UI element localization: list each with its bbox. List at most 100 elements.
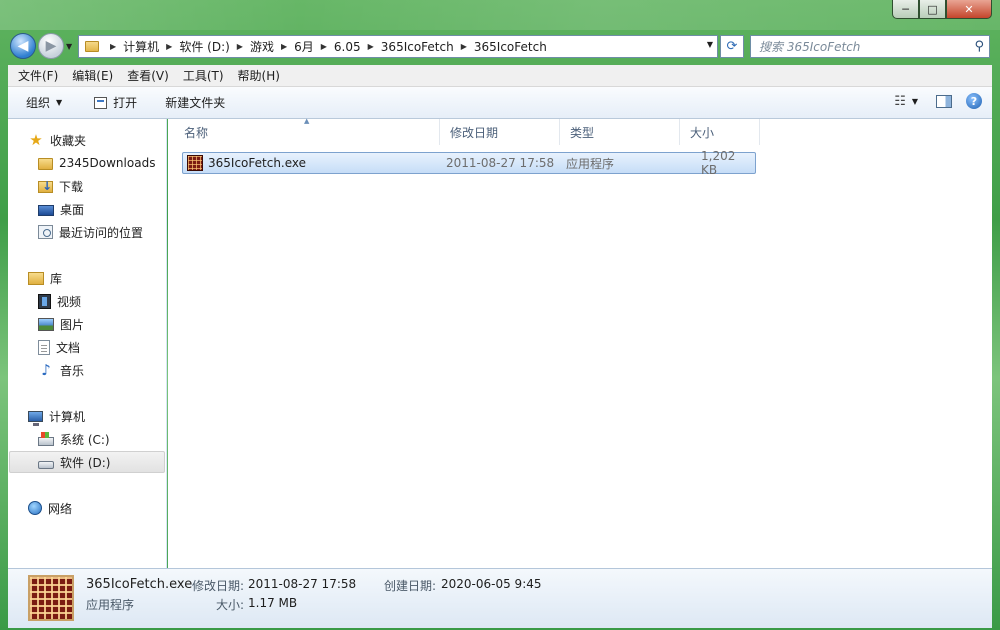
file-row[interactable]: 365IcoFetch.exe 2011-08-27 17:58 应用程序 1,… — [182, 149, 756, 177]
search-placeholder: 搜索 365IcoFetch — [759, 40, 861, 54]
sidebar-item-recent-places[interactable]: 最近访问的位置 — [38, 221, 143, 243]
details-modified-value: 2011-08-27 17:58 — [248, 577, 357, 591]
refresh-icon: ⟳ — [726, 39, 738, 54]
sidebar-item-2345downloads[interactable]: 2345Downloads — [38, 152, 155, 174]
sidebar-item-documents[interactable]: 文档 — [38, 336, 80, 358]
navigation-bar: ◀ ▶ ▼ ▶ 计算机 ▶ 软件 (D:) ▶ 游戏 ▶ 6月 ▶ 6.05 ▶… — [0, 30, 1000, 62]
chevron-right-icon[interactable]: ▶ — [321, 42, 327, 51]
view-options-icon[interactable]: ☷ — [894, 94, 906, 109]
sidebar-item-downloads[interactable]: 下载 — [38, 175, 83, 197]
navigation-pane: ★ 收藏夹 2345Downloads 下载 桌面 最近访问的位置 库 视频 — [8, 119, 167, 568]
chevron-right-icon[interactable]: ▶ — [281, 42, 287, 51]
caption-buttons: ─ □ ✕ — [892, 0, 992, 19]
address-dropdown-icon[interactable]: ▼ — [707, 40, 713, 49]
breadcrumb-item[interactable]: 游戏 — [250, 38, 274, 55]
sidebar-item-music[interactable]: ♪ 音乐 — [38, 359, 84, 381]
sidebar-label: 2345Downloads — [59, 156, 156, 170]
breadcrumb-item[interactable]: 365IcoFetch — [381, 40, 454, 54]
preview-pane-icon[interactable] — [936, 94, 952, 108]
column-type[interactable]: 类型 — [560, 119, 680, 145]
sidebar-network[interactable]: 网络 — [28, 497, 72, 519]
sidebar-item-videos[interactable]: 视频 — [38, 290, 81, 312]
application-icon — [187, 155, 203, 171]
command-bar: 组织 ▼ 打开 新建文件夹 ☷ ▼ ? — [8, 87, 992, 119]
menu-help[interactable]: 帮助(H) — [231, 67, 287, 84]
chevron-right-icon[interactable]: ▶ — [166, 42, 172, 51]
chevron-right-icon[interactable]: ▶ — [237, 42, 243, 51]
recent-pages-dropdown-icon[interactable]: ▼ — [66, 42, 72, 51]
breadcrumb-item[interactable]: 软件 (D:) — [179, 38, 229, 55]
dropdown-arrow-icon: ▼ — [56, 98, 63, 107]
sidebar-label: 软件 (D:) — [60, 455, 111, 470]
file-type: 应用程序 — [566, 156, 615, 171]
sidebar-libraries[interactable]: 库 — [28, 267, 62, 289]
chevron-right-icon[interactable]: ▶ — [110, 42, 116, 51]
sidebar-favorites[interactable]: ★ 收藏夹 — [28, 129, 86, 151]
chevron-right-icon[interactable]: ▶ — [368, 42, 374, 51]
menu-file[interactable]: 文件(F) — [11, 67, 65, 84]
address-bar[interactable]: ▶ 计算机 ▶ 软件 (D:) ▶ 游戏 ▶ 6月 ▶ 6.05 ▶ 365Ic… — [78, 35, 718, 58]
sidebar-label: 最近访问的位置 — [59, 225, 144, 240]
minimize-button[interactable]: ─ — [892, 0, 919, 19]
menu-tools[interactable]: 工具(T) — [176, 67, 231, 84]
music-note-icon: ♪ — [41, 361, 51, 379]
file-name-cell: 365IcoFetch.exe — [187, 153, 306, 173]
breadcrumb-item[interactable]: 365IcoFetch — [474, 40, 547, 54]
drive-icon — [38, 460, 54, 469]
column-name[interactable]: 名称 — [174, 119, 440, 145]
column-modified[interactable]: 修改日期 — [440, 119, 560, 145]
chevron-right-icon[interactable]: ▶ — [461, 42, 467, 51]
details-size-label: 大小: — [216, 598, 245, 612]
sidebar-item-drive-d[interactable]: 软件 (D:) — [9, 451, 165, 473]
search-input[interactable]: 搜索 365IcoFetch ⚲ — [750, 35, 990, 58]
system-drive-icon — [38, 432, 54, 446]
sidebar-label: 系统 (C:) — [60, 432, 110, 447]
new-folder-button[interactable]: 新建文件夹 — [155, 94, 235, 111]
sidebar-label: 图片 — [60, 317, 85, 332]
computer-icon — [28, 411, 43, 426]
breadcrumb-item[interactable]: 计算机 — [123, 38, 159, 55]
network-icon — [28, 501, 42, 515]
sidebar-label: 视频 — [57, 294, 82, 309]
downloads-folder-icon — [38, 179, 53, 193]
open-icon — [94, 96, 108, 109]
maximize-button[interactable]: □ — [919, 0, 946, 19]
sidebar-item-pictures[interactable]: 图片 — [38, 313, 84, 335]
folder-icon — [85, 41, 99, 52]
breadcrumb: ▶ 计算机 ▶ 软件 (D:) ▶ 游戏 ▶ 6月 ▶ 6.05 ▶ 365Ic… — [103, 38, 547, 55]
back-arrow-icon: ◀ — [17, 38, 29, 54]
organize-button[interactable]: 组织 ▼ — [16, 94, 72, 111]
close-button[interactable]: ✕ — [946, 0, 992, 19]
forward-arrow-icon: ▶ — [45, 38, 57, 54]
search-icon[interactable]: ⚲ — [974, 39, 984, 54]
new-folder-label: 新建文件夹 — [165, 96, 226, 110]
video-icon — [38, 293, 51, 309]
menu-view[interactable]: 查看(V) — [120, 67, 176, 84]
sidebar-label: 文档 — [56, 340, 81, 355]
menu-edit[interactable]: 编辑(E) — [65, 67, 120, 84]
column-size[interactable]: 大小 — [680, 119, 760, 145]
document-icon — [38, 339, 50, 355]
help-icon[interactable]: ? — [966, 93, 982, 109]
view-controls: ☷ ▼ ? — [894, 93, 982, 109]
view-dropdown-icon[interactable]: ▼ — [912, 97, 918, 106]
details-filename: 365IcoFetch.exe — [86, 577, 193, 592]
sidebar-item-desktop[interactable]: 桌面 — [38, 198, 84, 220]
forward-button[interactable]: ▶ — [38, 33, 64, 59]
back-button[interactable]: ◀ — [10, 33, 36, 59]
sidebar-label: 桌面 — [60, 202, 85, 217]
sidebar-label: 网络 — [48, 501, 73, 516]
details-created-value: 2020-06-05 9:45 — [441, 577, 542, 591]
breadcrumb-item[interactable]: 6.05 — [334, 40, 361, 54]
recent-places-icon — [38, 225, 53, 239]
application-icon — [28, 575, 74, 621]
file-size: 1,202 KB — [701, 149, 736, 177]
file-name: 365IcoFetch.exe — [208, 156, 307, 170]
sidebar-item-drive-c[interactable]: 系统 (C:) — [38, 428, 110, 450]
refresh-button[interactable]: ⟳ — [720, 35, 744, 58]
open-button[interactable]: 打开 — [84, 94, 147, 111]
file-list: ▲ 名称 修改日期 类型 大小 365IcoFetch.exe 2011-08-… — [168, 117, 992, 568]
sidebar-computer[interactable]: 计算机 — [28, 405, 85, 427]
open-label: 打开 — [113, 96, 138, 110]
breadcrumb-item[interactable]: 6月 — [294, 38, 314, 55]
